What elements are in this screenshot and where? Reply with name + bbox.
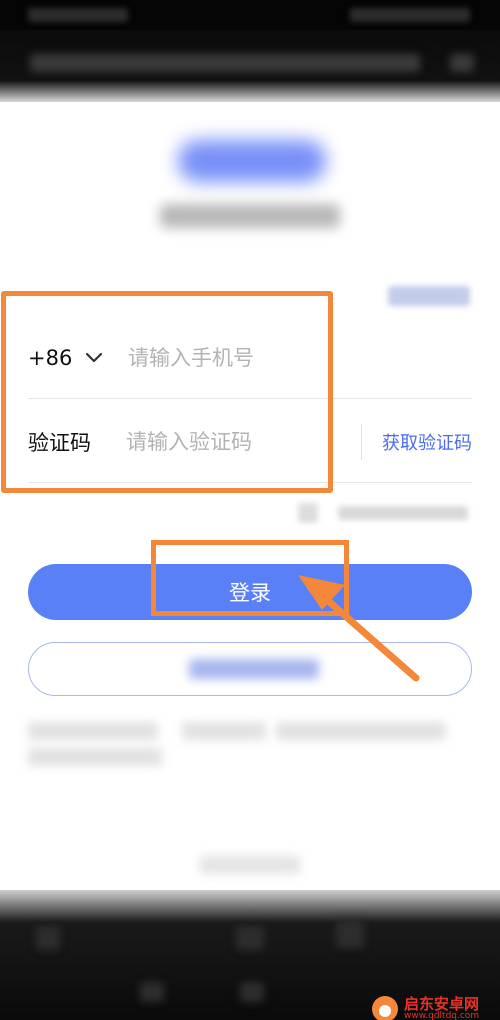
agreement-checkbox[interactable] <box>298 502 470 524</box>
footer-text <box>200 856 300 874</box>
brand-logo <box>178 140 326 182</box>
chevron-down-icon[interactable] <box>80 344 108 372</box>
code-label: 验证码 <box>28 431 91 455</box>
login-screen: +86 验证码 获取验证码 登录 启东 <box>0 0 500 1020</box>
notification-bar <box>0 30 500 102</box>
login-button[interactable]: 登录 <box>28 564 472 620</box>
password-login-link[interactable] <box>388 286 470 306</box>
watermark-logo-icon <box>372 996 398 1020</box>
terms-text <box>28 748 162 766</box>
code-row: 验证码 获取验证码 <box>28 406 472 478</box>
page-title <box>160 204 340 228</box>
country-code[interactable]: +86 <box>28 346 80 370</box>
terms-text <box>276 722 446 740</box>
divider <box>361 424 362 460</box>
phone-input[interactable] <box>128 346 358 370</box>
watermark-url: www.qdltdq.com <box>404 1011 480 1020</box>
divider <box>28 398 472 399</box>
status-bar <box>0 0 500 30</box>
code-input[interactable] <box>126 430 326 454</box>
other-login-button[interactable] <box>28 642 472 696</box>
divider <box>28 482 472 483</box>
terms-text <box>28 722 158 740</box>
terms-text <box>182 722 266 740</box>
get-code-button[interactable]: 获取验证码 <box>382 429 472 455</box>
watermark: 启东安卓网 www.qdltdq.com <box>372 995 480 1020</box>
phone-row: +86 <box>28 322 472 394</box>
watermark-title: 启东安卓网 <box>404 995 480 1013</box>
